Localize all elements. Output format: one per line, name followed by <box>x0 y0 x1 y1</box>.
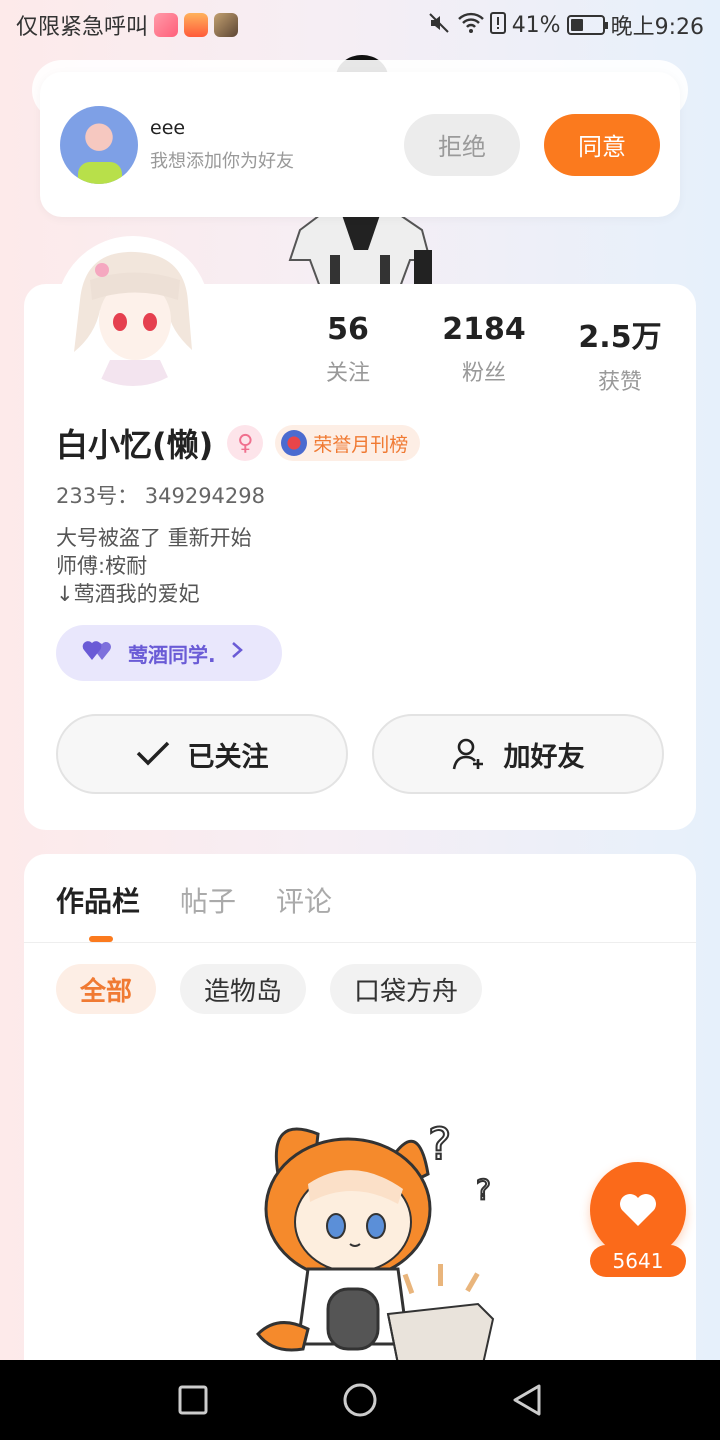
profile-avatar[interactable] <box>56 236 210 390</box>
square-icon <box>178 1385 208 1415</box>
bio-line: 师傅:桉耐 <box>56 554 148 578</box>
stat-label: 获赞 <box>597 370 642 395</box>
svg-text:?: ? <box>476 1173 491 1206</box>
add-user-icon <box>452 737 486 771</box>
female-gender-icon: ♀ <box>227 425 264 461</box>
battery-icon <box>566 15 608 35</box>
accept-button[interactable]: 同意 <box>544 113 660 176</box>
tab-works[interactable]: 作品栏 <box>56 880 140 920</box>
bio: 大号被盗了 重新开始 师傅:桉耐 ↓莺酒我的爱妃 <box>56 524 252 608</box>
stat-value: 56 <box>327 312 369 347</box>
avatar-illustration <box>60 240 206 386</box>
bio-line: ↓莺酒我的爱妃 <box>56 582 200 606</box>
stat-label: 关注 <box>325 361 370 386</box>
status-bar: 仅限紧急呼叫 41% 晚上9:26 <box>0 0 720 50</box>
content-tabs: 作品栏 帖子 评论 <box>56 880 332 920</box>
request-message: 我想添加你为好友 <box>150 150 294 172</box>
empty-state-illustration: ? ? <box>256 1118 495 1364</box>
wifi-icon <box>457 12 484 39</box>
honor-badge[interactable]: 荣誉月刊榜 <box>275 425 421 461</box>
recent-apps-button[interactable] <box>171 1378 215 1422</box>
following-label: 已关注 <box>187 741 269 772</box>
filter-all[interactable]: 全部 <box>56 964 157 1014</box>
heart-icon <box>620 1194 656 1226</box>
name-row: 白小忆(懒) ♀ 荣誉月刊榜 <box>56 420 421 466</box>
chevron-right-icon <box>230 640 244 666</box>
stat-likes[interactable]: 2.5万 获赞 <box>552 312 688 396</box>
requester-avatar[interactable] <box>60 105 138 184</box>
friend-request-card: eee 我想添加你为好友 拒绝 同意 <box>40 72 680 217</box>
like-button[interactable] <box>590 1162 686 1258</box>
stat-value: 2.5万 <box>578 320 662 355</box>
works-filters: 全部 造物岛 口袋方舟 <box>56 964 483 1014</box>
reject-button[interactable]: 拒绝 <box>404 113 520 176</box>
like-count: 5641 <box>590 1245 686 1277</box>
stat-value: 2184 <box>442 312 526 347</box>
checkmark-icon <box>136 741 170 767</box>
back-triangle-icon <box>513 1384 541 1416</box>
stat-followers[interactable]: 2184 粉丝 <box>416 312 552 396</box>
battery-percent: 41% <box>511 12 561 38</box>
user-id: 233号： 349294298 <box>56 484 266 508</box>
battery-fill <box>570 19 583 31</box>
works-card: 作品栏 帖子 评论 全部 造物岛 口袋方舟 ? ? <box>24 854 696 1374</box>
filter-creation-island[interactable]: 造物岛 <box>180 964 307 1014</box>
cp-tag-label: 莺酒同学. <box>128 642 216 667</box>
friend-request-text: eee 我想添加你为好友 <box>150 117 404 173</box>
filter-pocket-ark[interactable]: 口袋方舟 <box>330 964 483 1014</box>
carrier-text: 仅限紧急呼叫 <box>16 15 149 40</box>
medal-icon <box>281 430 308 456</box>
mute-icon <box>428 12 452 39</box>
stat-label: 粉丝 <box>461 361 506 386</box>
sim-alert-icon <box>489 11 506 39</box>
app-notification-icon <box>214 13 239 37</box>
bio-line: 大号被盗了 重新开始 <box>56 526 252 550</box>
add-friend-button[interactable]: 加好友 <box>372 714 664 794</box>
status-right: 41% 晚上9:26 <box>428 9 704 41</box>
tab-comments[interactable]: 评论 <box>276 880 332 920</box>
app-notification-icon <box>184 13 209 37</box>
app-notification-icon <box>154 13 179 37</box>
circle-icon <box>343 1383 377 1417</box>
stat-following[interactable]: 56 关注 <box>280 312 416 396</box>
requester-name: eee <box>150 116 186 139</box>
following-button[interactable]: 已关注 <box>56 714 348 794</box>
svg-text:?: ? <box>428 1119 451 1170</box>
user-name: 白小忆(懒) <box>56 426 214 464</box>
clock: 晚上9:26 <box>610 15 704 40</box>
status-left: 仅限紧急呼叫 <box>16 9 239 41</box>
tab-posts[interactable]: 帖子 <box>180 880 236 920</box>
back-button[interactable] <box>505 1378 549 1422</box>
tabs-divider <box>24 942 696 943</box>
profile-stats: 56 关注 2184 粉丝 2.5万 获赞 <box>280 312 690 396</box>
cp-tag[interactable]: 莺酒同学. <box>56 625 282 681</box>
add-friend-label: 加好友 <box>503 741 585 772</box>
system-nav-bar <box>0 1360 720 1440</box>
honor-badge-label: 荣誉月刊榜 <box>313 433 409 456</box>
double-heart-icon <box>82 638 114 669</box>
home-button[interactable] <box>338 1378 382 1422</box>
